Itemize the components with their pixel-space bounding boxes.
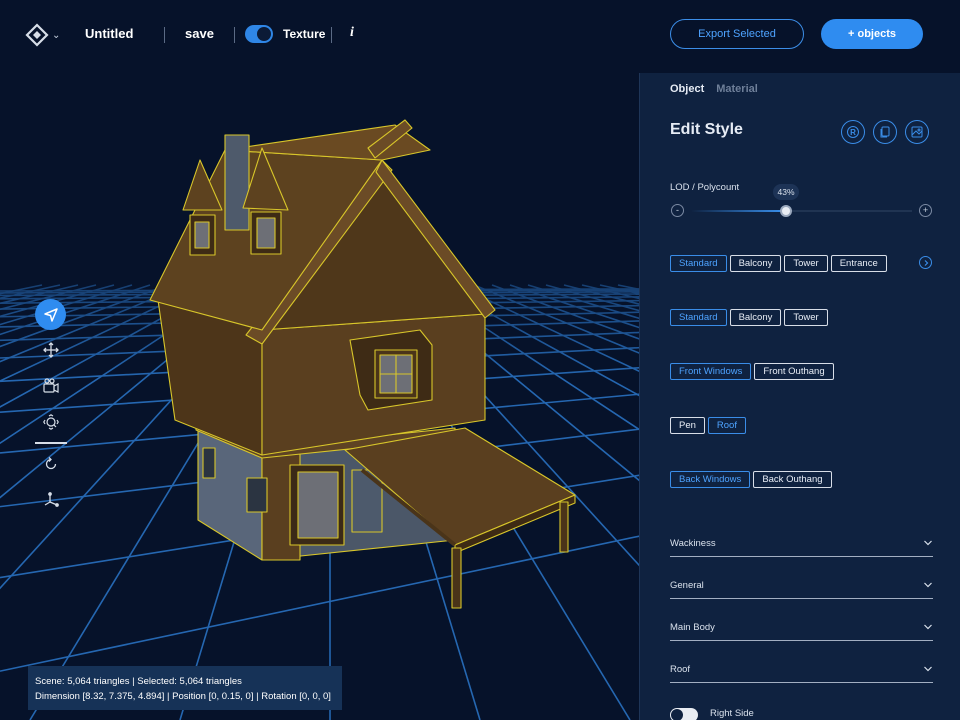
rotate-icon[interactable] (35, 448, 67, 480)
select-icon[interactable] (35, 299, 66, 330)
divider (234, 27, 235, 43)
reset-icon[interactable]: R (841, 120, 865, 144)
svg-text:R: R (850, 128, 856, 137)
lod-decrease-button[interactable]: - (671, 204, 684, 217)
style-chip[interactable]: Standard (670, 255, 727, 272)
chevron-right-icon[interactable] (919, 256, 932, 269)
texture-label: Texture (283, 27, 326, 41)
logo-icon (25, 23, 49, 47)
style-chip[interactable]: Back Outhang (753, 471, 832, 488)
toolbar-divider (35, 442, 67, 444)
texture-toggle[interactable] (245, 25, 273, 43)
divider (164, 27, 165, 43)
chevron-down-icon (924, 540, 932, 546)
add-objects-button[interactable]: + objects (821, 19, 923, 49)
save-button[interactable]: save (185, 26, 214, 41)
copy-icon[interactable] (873, 120, 897, 144)
panel-header-icons: R (841, 120, 929, 144)
move-icon[interactable] (35, 334, 67, 366)
style-chip[interactable]: Front Windows (670, 363, 752, 380)
chip-row: Standard Balcony Tower Entrance (670, 255, 887, 272)
right-side-label: Right Side (710, 708, 754, 719)
chevron-down-icon (924, 624, 932, 630)
section-label: General (670, 580, 704, 591)
toggle-knob (257, 27, 271, 41)
style-chip[interactable]: Pen (670, 417, 705, 434)
zoom-icon[interactable] (35, 406, 67, 438)
panel-title: Edit Style (670, 121, 743, 138)
style-chip[interactable]: Back Windows (670, 471, 751, 488)
viewport-toolbar (35, 299, 67, 520)
3d-viewport[interactable] (0, 0, 640, 720)
panel-tabs: Object Material (670, 83, 758, 95)
toggle-knob (671, 709, 683, 720)
app-logo-menu[interactable]: ⌄ (24, 22, 64, 48)
info-icon[interactable]: i (350, 25, 354, 41)
chip-row: Front Windows Front Outhang (670, 363, 834, 380)
lod-label: LOD / Polycount (670, 182, 740, 193)
section-main-body[interactable]: Main Body (670, 619, 933, 641)
section-general[interactable]: General (670, 577, 933, 599)
image-icon[interactable] (905, 120, 929, 144)
export-selected-button[interactable]: Export Selected (670, 19, 804, 49)
transform-info: Dimension [8.32, 7.375, 4.894] | Positio… (35, 691, 331, 702)
style-chip[interactable]: Standard (670, 309, 727, 326)
properties-panel: Object Material Edit Style R LOD / Polyc… (639, 73, 960, 720)
lod-slider[interactable] (691, 205, 912, 217)
camera-icon[interactable] (35, 370, 67, 402)
axis-icon[interactable] (35, 484, 67, 516)
style-chip[interactable]: Balcony (729, 255, 782, 272)
project-title[interactable]: Untitled (85, 26, 133, 41)
section-wackiness[interactable]: Wackiness (670, 535, 933, 557)
style-chip[interactable]: Roof (707, 417, 746, 434)
lod-slider-handle[interactable] (780, 205, 793, 217)
section-label: Wackiness (670, 538, 716, 549)
style-chip[interactable]: Tower (784, 255, 828, 272)
style-chip[interactable]: Balcony (729, 309, 782, 326)
chip-row: Pen Roof (670, 417, 746, 434)
chevron-down-icon (924, 582, 932, 588)
style-chip[interactable]: Tower (784, 309, 828, 326)
chip-row: Standard Balcony Tower (670, 309, 828, 326)
lod-slider-fill (691, 210, 787, 212)
chevron-down-icon (924, 666, 932, 672)
divider (331, 27, 332, 43)
section-label: Roof (670, 664, 691, 675)
right-side-toggle[interactable] (670, 708, 698, 720)
style-chip[interactable]: Entrance (830, 255, 887, 272)
lod-value-badge: 43% (773, 184, 799, 200)
triangle-count: Scene: 5,064 triangles | Selected: 5,064… (35, 676, 242, 687)
tab-material[interactable]: Material (716, 83, 758, 95)
tab-object[interactable]: Object (670, 83, 704, 95)
style-chip[interactable]: Front Outhang (754, 363, 834, 380)
chevron-down-icon: ⌄ (52, 29, 61, 41)
lod-increase-button[interactable]: + (919, 204, 932, 217)
scene-status: Scene: 5,064 triangles | Selected: 5,064… (28, 666, 342, 710)
section-label: Main Body (670, 622, 715, 633)
chip-row: Back Windows Back Outhang (670, 471, 832, 488)
house-model[interactable] (0, 0, 640, 720)
top-bar: ⌄ Untitled save Texture i Export Selecte… (0, 0, 960, 68)
section-roof[interactable]: Roof (670, 661, 933, 683)
